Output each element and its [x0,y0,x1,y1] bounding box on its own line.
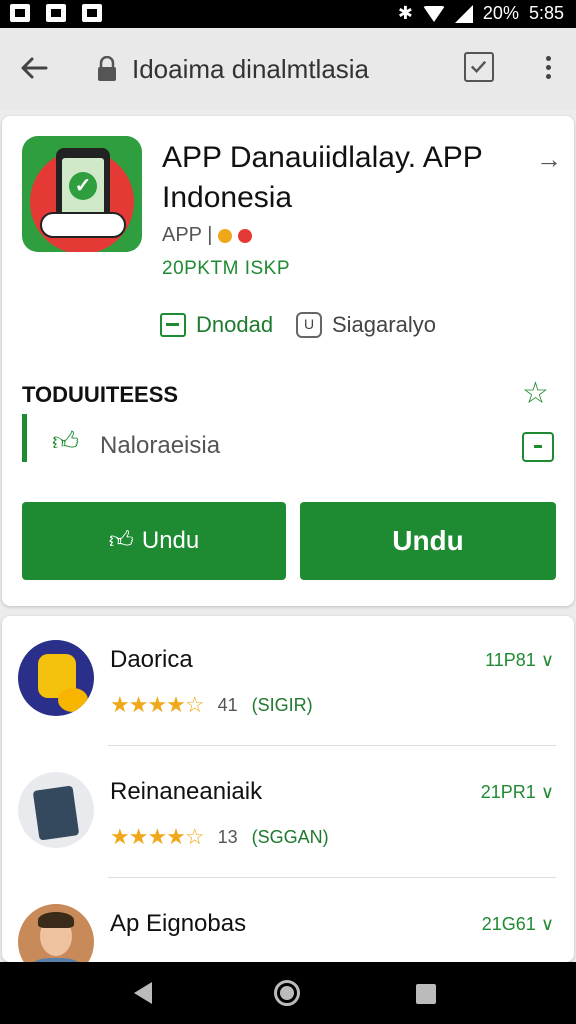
wifi-icon [422,5,445,22]
app-icon: ✓ [22,136,142,252]
check-icon [470,60,487,74]
collapse-icon[interactable] [522,432,554,462]
content-rating-icon [238,228,253,243]
clock: 5:85 [528,3,564,23]
notification-icon [46,4,66,22]
share-icon: U [296,312,322,338]
rating-badge-icon [218,228,233,243]
status-right: ✱ 20% 5:85 [398,3,564,24]
item-date: 11P81 ∨ [485,650,554,670]
chevron-down-icon: ∨ [540,782,554,802]
list-item[interactable]: Reinaneaniaik 21PR1 ∨ ★★★★☆ 13 (SGGAN) [2,748,574,878]
undu-button-left[interactable]: 👍︎ Undu [22,502,286,580]
rating-extra: (SGGAN) [251,826,329,847]
undu-button-right[interactable]: Undu [300,502,556,580]
back-arrow-icon[interactable] [18,52,50,84]
bluetooth-icon: ✱ [397,3,413,23]
battery-level: 20% [482,3,519,23]
list-item[interactable]: Daorica 11P81 ∨ ★★★★☆ 41 (SIGIR) [2,616,574,746]
thumbs-up-icon: 👍︎ [108,527,134,554]
section-heading: TODUUITEESS [22,382,179,407]
share-label: Siagaralyo [332,312,436,337]
app-title: APP Danauiidlalay. APP Indonesia [162,141,483,214]
address-bar: Idoaima dinalmtlasia [0,28,576,110]
nav-recent-icon[interactable] [416,984,436,1004]
tab-switcher-icon[interactable] [464,52,494,82]
avatar [18,772,94,848]
download-icon [160,313,186,337]
notification-icon [10,4,30,22]
star-rating-icon: ★★★★☆ [110,824,205,849]
arrow-right-icon[interactable]: → [536,144,562,175]
overflow-menu-icon[interactable] [538,52,558,86]
url-field[interactable]: Idoaima dinalmtlasia [132,54,369,85]
star-icon[interactable]: ☆ [522,376,549,411]
lock-icon [98,56,116,81]
star-rating-icon: ★★★★☆ [110,692,205,717]
notification-icon [82,4,102,22]
button-left-label: Undu [141,527,200,554]
item-rating: ★★★★☆ 41 (SIGIR) [110,692,313,718]
nav-bar [0,962,576,1024]
signal-icon [454,4,473,23]
checkmark-icon: ✓ [69,172,97,200]
avatar [18,640,94,716]
thumbs-up-icon: 👍︎ [52,426,80,456]
button-right-label: Undu [392,525,464,556]
feature-accent-bar [22,414,27,462]
app-card: ✓ APP Danauiidlalay. APP Indonesia → APP… [2,116,574,606]
nav-home-icon[interactable] [274,980,300,1006]
notification-icons [10,4,102,22]
item-name: Daorica [110,646,193,673]
chevron-down-icon: ∨ [540,650,554,670]
app-list: Daorica 11P81 ∨ ★★★★☆ 41 (SIGIR) Reinane… [2,616,574,962]
avatar [18,904,94,962]
item-name: Ap Eignobas [110,910,247,937]
rating-count: 41 [217,694,238,715]
feature-label: Naloraeisia [100,432,221,459]
item-date: 21G61 ∨ [481,914,554,934]
app-meta: APP | [162,224,253,247]
item-date: 21PR1 ∨ [480,782,554,802]
rating-extra: (SIGIR) [251,694,313,715]
nav-back-icon[interactable] [134,982,152,1004]
app-size: 20PKTM ISKP [162,258,290,279]
download-link[interactable]: Dnodad [160,312,273,338]
download-label: Dnodad [196,312,274,337]
share-link[interactable]: U Siagaralyo [296,312,436,338]
app-meta-label: APP | [162,224,213,246]
item-name: Reinaneaniaik [110,778,263,805]
chevron-down-icon: ∨ [540,914,554,934]
rating-count: 13 [217,826,238,847]
list-item[interactable]: Ap Eignobas 21G61 ∨ [2,880,574,962]
item-rating: ★★★★☆ 13 (SGGAN) [110,824,329,850]
status-bar: ✱ 20% 5:85 [0,0,576,28]
